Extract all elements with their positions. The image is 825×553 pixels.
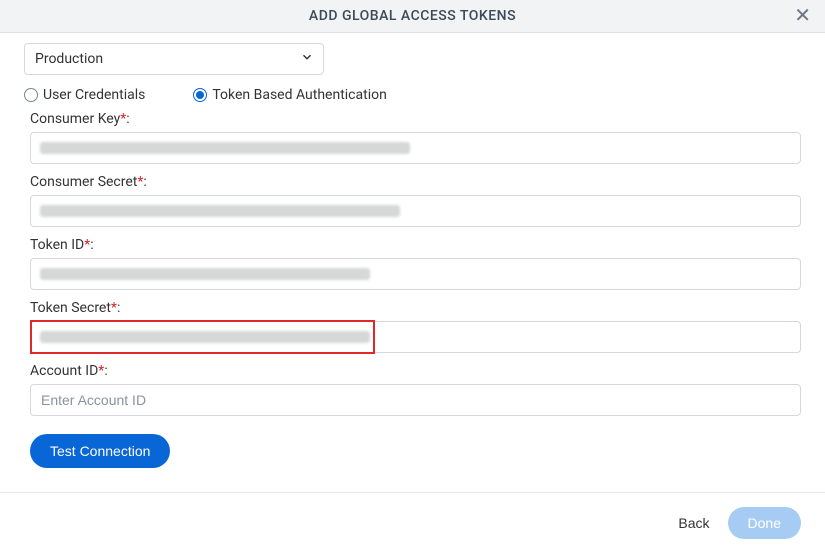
radio-token-auth[interactable]: Token Based Authentication: [193, 87, 386, 103]
environment-select[interactable]: Production: [24, 43, 324, 75]
input-wrap: [30, 321, 801, 353]
field-label: Consumer Key*:: [30, 111, 801, 127]
token-secret-input[interactable]: [30, 321, 801, 353]
modal-content: Production User Credentials Token Based …: [0, 33, 825, 478]
input-wrap: [30, 258, 801, 290]
field-token-secret: Token Secret*:: [30, 300, 801, 353]
done-button[interactable]: Done: [728, 507, 801, 539]
field-label: Token ID*:: [30, 237, 801, 253]
test-connection-button[interactable]: Test Connection: [30, 434, 170, 468]
field-consumer-key: Consumer Key*:: [30, 111, 801, 164]
close-button[interactable]: ✕: [794, 6, 811, 26]
field-account-id: Account ID*:: [30, 363, 801, 416]
consumer-key-input[interactable]: [30, 132, 801, 164]
account-id-input[interactable]: [30, 384, 801, 416]
field-label: Consumer Secret*:: [30, 174, 801, 190]
input-wrap: [30, 132, 801, 164]
auth-method-radio-group: User Credentials Token Based Authenticat…: [24, 87, 801, 103]
radio-user-credentials[interactable]: User Credentials: [24, 87, 145, 103]
consumer-secret-input[interactable]: [30, 195, 801, 227]
radio-icon: [24, 88, 38, 102]
form-fields: Consumer Key*: Consumer Secret*: Token I…: [24, 111, 801, 468]
back-button[interactable]: Back: [678, 515, 709, 531]
field-label: Token Secret*:: [30, 300, 801, 316]
field-label: Account ID*:: [30, 363, 801, 379]
environment-select-value: Production: [24, 43, 324, 75]
input-wrap: [30, 195, 801, 227]
modal-header: ADD GLOBAL ACCESS TOKENS ✕: [0, 0, 825, 33]
radio-label: Token Based Authentication: [212, 87, 386, 103]
modal-footer: Back Done: [0, 492, 825, 553]
radio-label: User Credentials: [43, 87, 145, 103]
field-token-id: Token ID*:: [30, 237, 801, 290]
token-id-input[interactable]: [30, 258, 801, 290]
field-consumer-secret: Consumer Secret*:: [30, 174, 801, 227]
close-icon: ✕: [794, 5, 811, 27]
modal-title: ADD GLOBAL ACCESS TOKENS: [309, 8, 516, 24]
radio-icon: [193, 88, 207, 102]
